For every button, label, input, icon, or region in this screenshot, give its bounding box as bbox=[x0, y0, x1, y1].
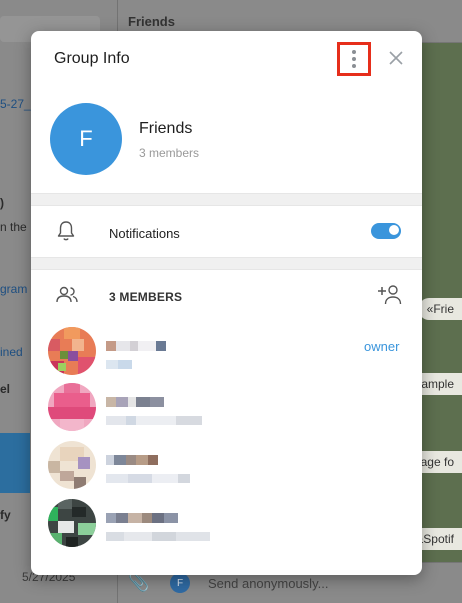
add-member-icon bbox=[378, 285, 402, 305]
chat-list-snippet: gram bbox=[0, 282, 28, 296]
group-avatar[interactable]: F bbox=[50, 103, 122, 175]
message-snippet: «Frie bbox=[418, 298, 462, 320]
member-avatar bbox=[48, 383, 96, 431]
member-name-obscured bbox=[106, 455, 158, 465]
member-row[interactable] bbox=[31, 383, 422, 433]
more-vertical-icon bbox=[352, 50, 356, 54]
member-name-obscured bbox=[106, 513, 178, 523]
close-icon bbox=[389, 51, 403, 65]
chat-list-snippet: ined bbox=[0, 345, 23, 359]
more-options-button[interactable] bbox=[337, 42, 371, 76]
composer-placeholder: Send anonymously... bbox=[208, 576, 329, 591]
chat-title: Friends bbox=[128, 14, 175, 29]
dialog-title: Group Info bbox=[54, 50, 130, 67]
notifications-label: Notifications bbox=[109, 226, 180, 241]
member-avatar bbox=[48, 327, 96, 375]
member-row[interactable] bbox=[31, 499, 422, 549]
group-info-dialog: Group Info F Friends 3 members Notificat… bbox=[31, 31, 422, 575]
section-divider bbox=[31, 257, 422, 270]
member-avatar bbox=[48, 441, 96, 489]
members-icon bbox=[55, 285, 79, 310]
notifications-toggle[interactable] bbox=[371, 223, 401, 239]
member-name-obscured bbox=[106, 397, 164, 407]
member-status-obscured bbox=[106, 532, 210, 541]
member-row[interactable] bbox=[31, 441, 422, 491]
member-status-obscured bbox=[106, 416, 202, 425]
bell-icon bbox=[56, 220, 76, 247]
chat-list-snippet: ) bbox=[0, 196, 4, 210]
chat-list-snippet: 5-27_ bbox=[0, 97, 31, 111]
chat-list-snippet: fy bbox=[0, 508, 11, 522]
chat-list-snippet: el bbox=[0, 382, 11, 396]
paperclip-icon: 📎 bbox=[128, 573, 150, 592]
member-name-obscured bbox=[106, 341, 166, 351]
members-section-header: 3 MEMBERS bbox=[109, 290, 183, 304]
section-divider bbox=[31, 193, 422, 206]
anonymous-avatar: F bbox=[170, 573, 190, 593]
close-button[interactable] bbox=[384, 46, 408, 70]
group-name: Friends bbox=[139, 120, 193, 137]
chat-list-snippet: n the bbox=[0, 220, 27, 234]
member-avatar bbox=[48, 499, 96, 547]
member-status-obscured bbox=[106, 474, 190, 483]
member-status-obscured bbox=[106, 360, 132, 369]
owner-badge: owner bbox=[364, 339, 400, 354]
add-member-button[interactable] bbox=[377, 284, 403, 311]
group-member-count: 3 members bbox=[139, 146, 200, 160]
selected-chat-highlight bbox=[0, 433, 30, 493]
